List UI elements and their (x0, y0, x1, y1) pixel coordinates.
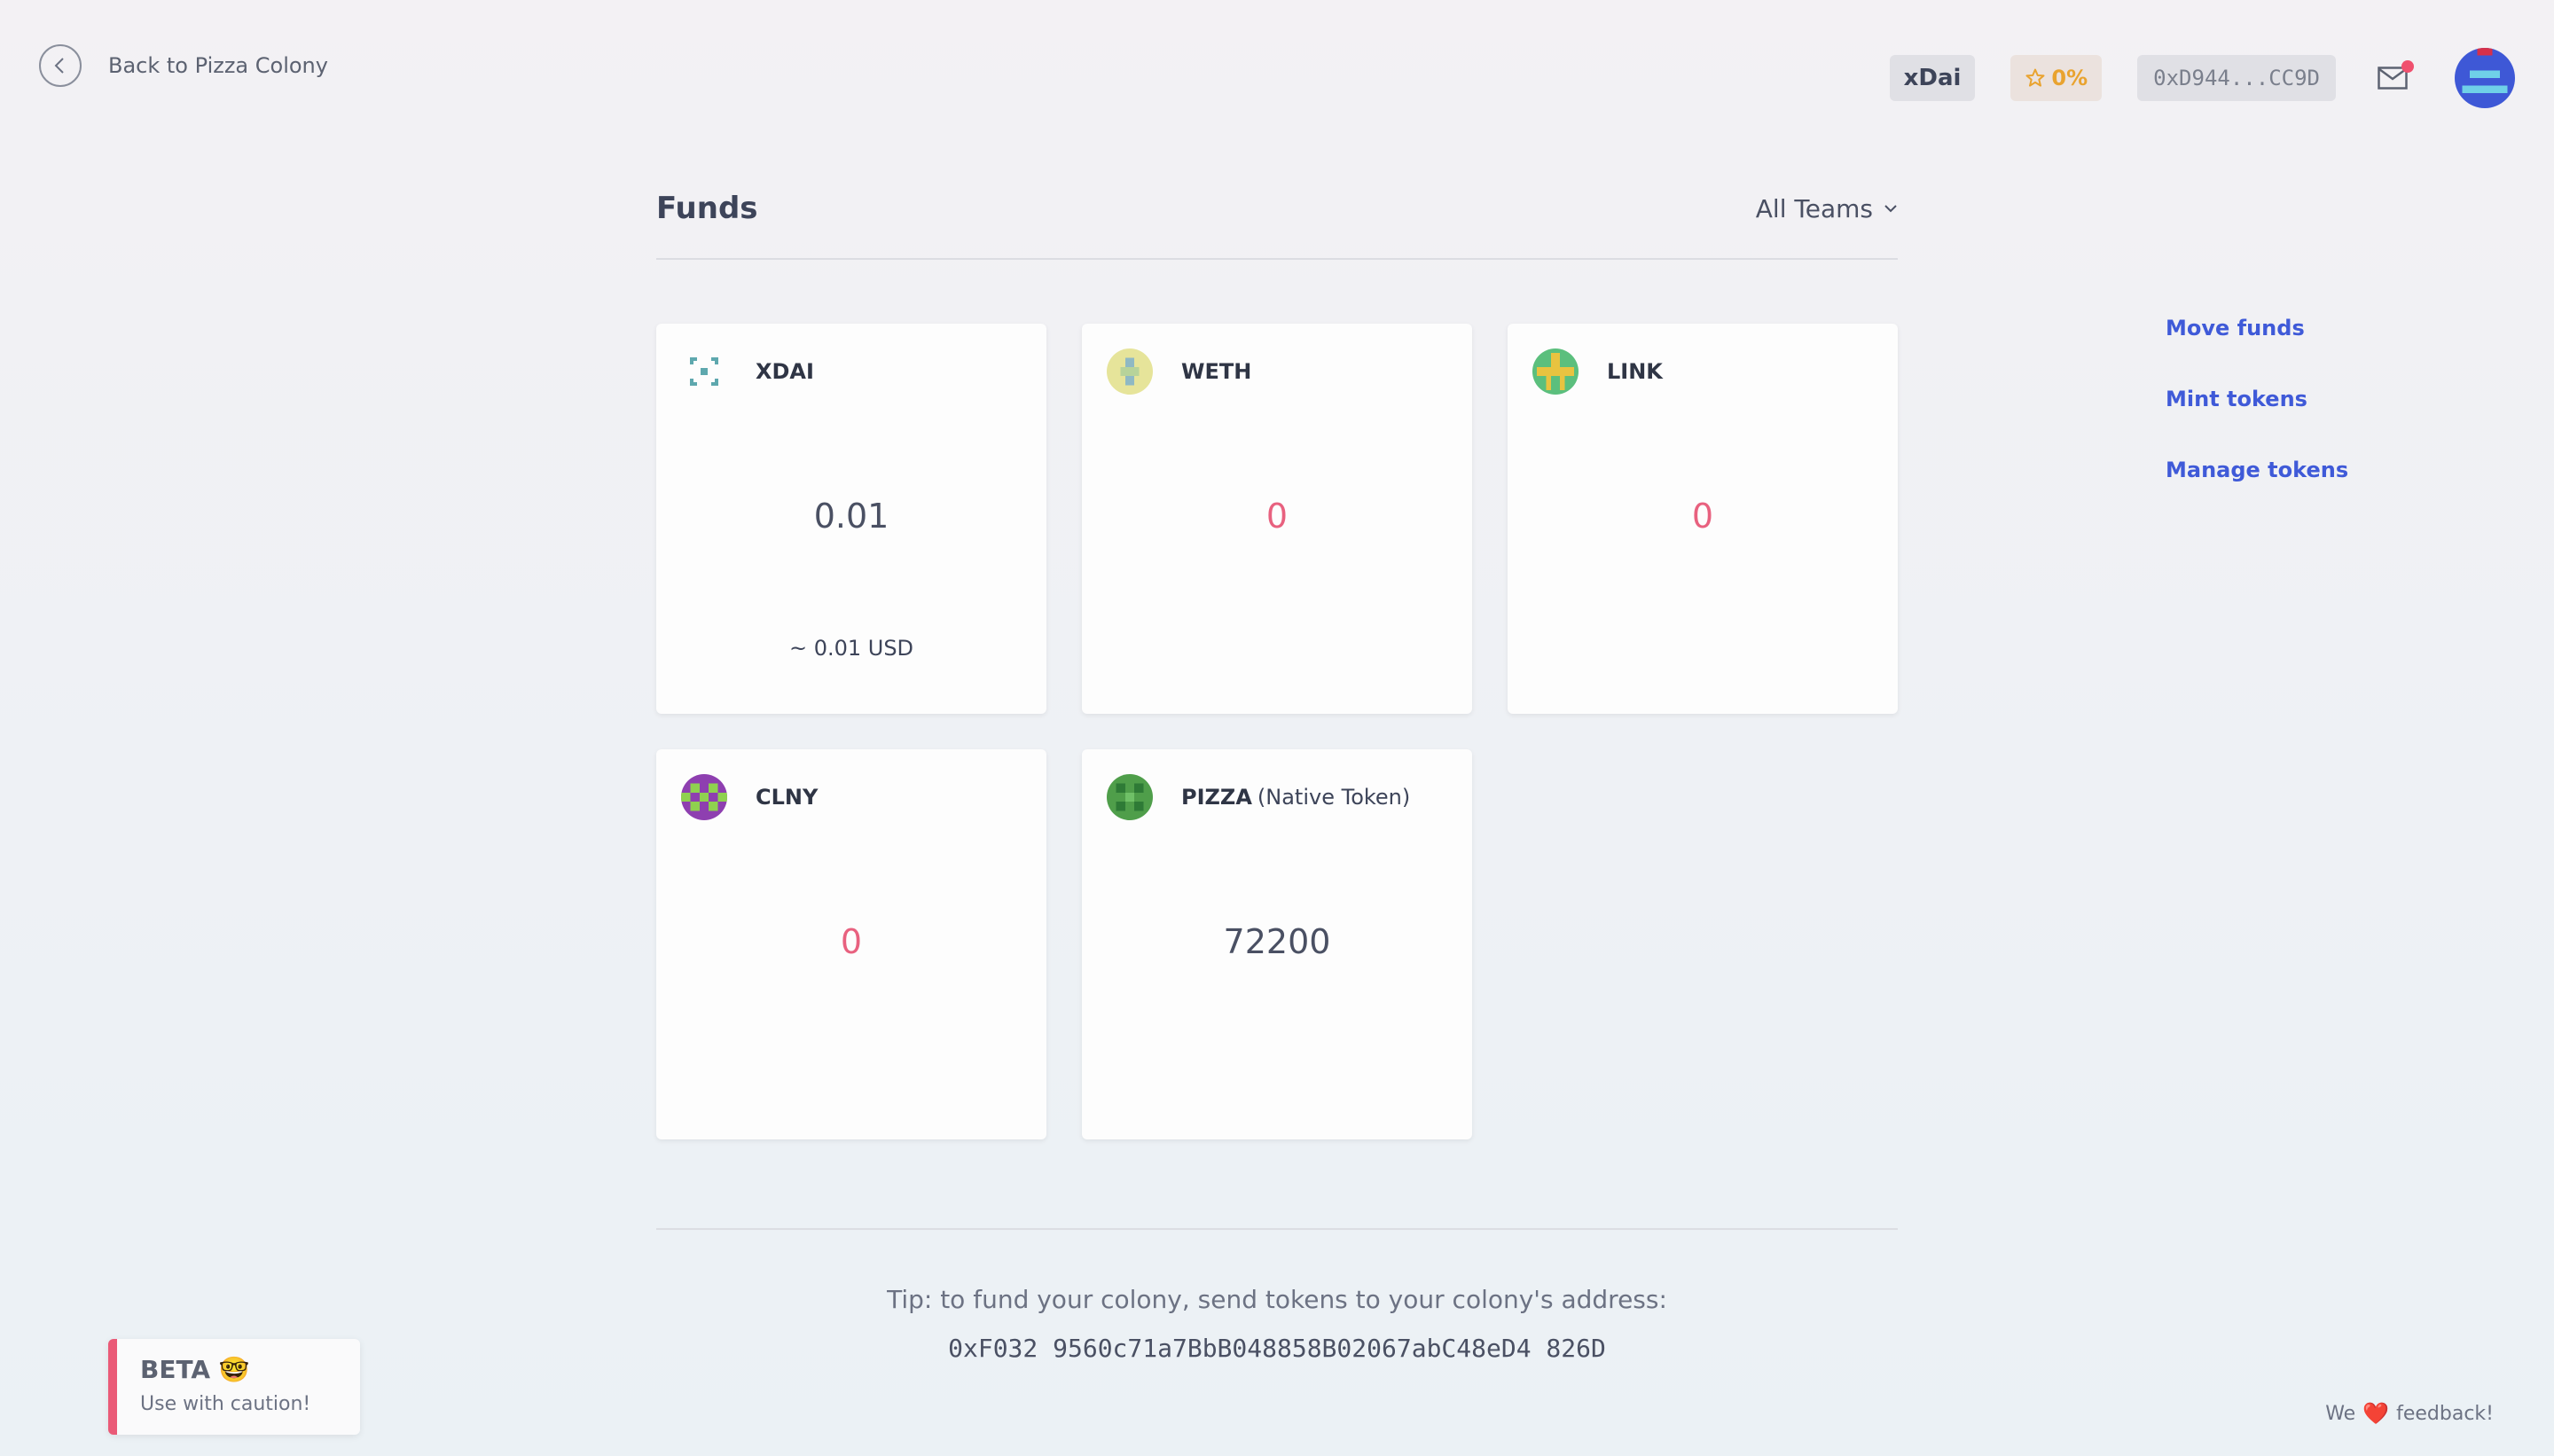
token-symbol: WETH (1181, 359, 1252, 384)
token-card-header: LINK (1532, 348, 1663, 395)
beta-subtitle: Use with caution! (140, 1393, 311, 1415)
divider (656, 1228, 1898, 1230)
reputation-value: 0% (2051, 66, 2088, 90)
move-funds-button[interactable]: Move funds (2166, 316, 2348, 341)
back-to-colony-link[interactable]: Back to Pizza Colony (39, 44, 328, 87)
clny-token-icon (681, 774, 727, 820)
beta-title: BETA 🤓 (140, 1355, 250, 1384)
reputation-badge: 0% (2010, 55, 2103, 101)
token-balance: 0 (840, 922, 863, 961)
token-card-header: CLNY (681, 774, 818, 820)
funding-tip: Tip: to fund your colony, send tokens to… (887, 1285, 1667, 1314)
team-filter-dropdown[interactable]: All Teams (1756, 194, 1898, 223)
funds-main: Funds All Teams XDAI 0.01 ~ 0.01 USD WET… (656, 191, 1898, 1363)
wallet-address-badge[interactable]: 0xD944...CC9D (2137, 55, 2336, 101)
token-symbol-text: PIZZA (1181, 785, 1252, 810)
user-avatar[interactable] (2455, 48, 2515, 108)
token-symbol: CLNY (756, 785, 819, 810)
team-filter-label[interactable]: All Teams (1756, 194, 1873, 223)
link-token-icon (1532, 348, 1579, 395)
token-grid: XDAI 0.01 ~ 0.01 USD WETH 0 LINK 0 CLNY … (656, 324, 1898, 1139)
token-card-link: LINK 0 (1508, 324, 1898, 714)
token-symbol: LINK (1607, 359, 1663, 384)
token-card-header: WETH (1107, 348, 1251, 395)
pizza-token-icon (1107, 774, 1153, 820)
chevron-down-icon (1884, 205, 1897, 213)
token-symbol: PIZZA (Native Token) (1181, 785, 1410, 810)
token-balance: 0.01 (813, 497, 889, 536)
token-card-xdai: XDAI 0.01 ~ 0.01 USD (656, 324, 1046, 714)
token-card-header: PIZZA (Native Token) (1107, 774, 1410, 820)
back-arrow-icon[interactable] (39, 44, 82, 87)
xdai-token-icon (681, 348, 727, 395)
feedback-suffix[interactable]: feedback! (2396, 1403, 2494, 1425)
beta-banner: BETA 🤓 Use with caution! (108, 1339, 360, 1435)
token-balance: 72200 (1223, 922, 1331, 961)
back-link-label[interactable]: Back to Pizza Colony (108, 53, 328, 78)
network-badge: xDai (1889, 55, 1976, 101)
heart-icon: ❤️ (2362, 1401, 2390, 1426)
funds-header: Funds All Teams (656, 191, 1898, 260)
inbox-button[interactable] (2375, 60, 2414, 96)
token-symbol: XDAI (756, 359, 814, 384)
manage-tokens-button[interactable]: Manage tokens (2166, 458, 2348, 482)
feedback-prefix[interactable]: We (2325, 1403, 2355, 1425)
token-balance: 0 (1691, 497, 1714, 536)
star-icon (2025, 68, 2045, 87)
colony-address[interactable]: 0xF032 9560c71a7BbB048858B02067abC48eD4 … (656, 1334, 1898, 1363)
mint-tokens-button[interactable]: Mint tokens (2166, 387, 2348, 411)
feedback-link[interactable]: We ❤️ feedback! (2325, 1401, 2494, 1426)
token-card-weth: WETH 0 (1082, 324, 1472, 714)
header-right: xDai 0% 0xD944...CC9D (1889, 48, 2515, 108)
funds-actions: Move funds Mint tokens Manage tokens (2166, 316, 2348, 482)
token-card-header: XDAI (681, 348, 814, 395)
token-usd-value: ~ 0.01 USD (788, 636, 914, 661)
weth-token-icon (1107, 348, 1153, 395)
notification-dot (2401, 60, 2414, 73)
native-token-label: (Native Token) (1257, 785, 1411, 810)
token-balance: 0 (1265, 497, 1289, 536)
token-card-clny: CLNY 0 (656, 749, 1046, 1139)
token-card-pizza: PIZZA (Native Token) 72200 (1082, 749, 1472, 1139)
page-title: Funds (656, 191, 758, 226)
